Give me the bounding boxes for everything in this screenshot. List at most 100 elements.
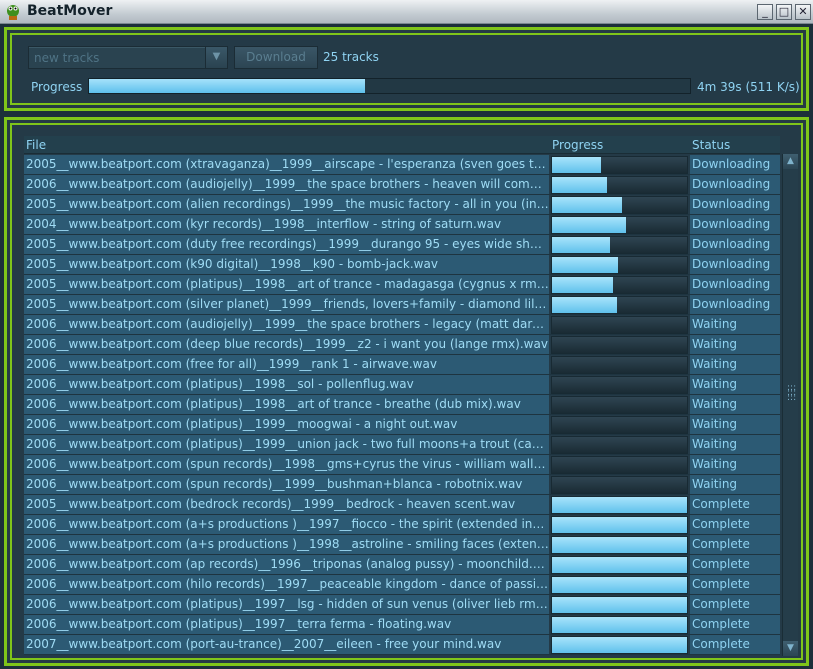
status-cell: Waiting: [690, 415, 780, 434]
window-title: BeatMover: [27, 3, 113, 19]
row-progress-bar: [551, 236, 688, 254]
download-list-panel: File Progress Status 2005__www.beatport.…: [4, 117, 809, 666]
file-name-cell: 2006__www.beatport.com (platipus)__1997_…: [24, 595, 549, 614]
file-name-cell: 2006__www.beatport.com (platipus)__1998_…: [24, 375, 549, 394]
table-row[interactable]: 2006__www.beatport.com (platipus)__1998_…: [24, 395, 780, 415]
row-progress-fill: [552, 217, 627, 233]
vertical-scrollbar[interactable]: ▲ ::::::::: ▼: [782, 154, 798, 656]
row-progress-fill: [552, 157, 601, 173]
table-row[interactable]: 2006__www.beatport.com (audiojelly)__199…: [24, 175, 780, 195]
table-row[interactable]: 2006__www.beatport.com (a+s productions …: [24, 535, 780, 555]
row-progress-bar: [551, 476, 688, 494]
table-row[interactable]: 2005__www.beatport.com (k90 digital)__19…: [24, 255, 780, 275]
track-filter-value: new tracks: [34, 51, 100, 65]
file-name-cell: 2006__www.beatport.com (platipus)__1998_…: [24, 395, 549, 414]
frog-icon: [7, 5, 19, 20]
status-cell: Downloading: [690, 255, 780, 274]
status-cell: Waiting: [690, 395, 780, 414]
column-header-file[interactable]: File: [26, 138, 46, 152]
status-cell: Waiting: [690, 335, 780, 354]
table-row[interactable]: 2005__www.beatport.com (platipus)__1998_…: [24, 275, 780, 295]
download-button[interactable]: Download: [234, 46, 318, 69]
status-cell: Downloading: [690, 215, 780, 234]
status-cell: Waiting: [690, 375, 780, 394]
table-row[interactable]: 2006__www.beatport.com (audiojelly)__199…: [24, 315, 780, 335]
file-name-cell: 2006__www.beatport.com (platipus)__1999_…: [24, 435, 549, 454]
track-filter-select[interactable]: new tracks ▼: [28, 46, 228, 69]
table-row[interactable]: 2006__www.beatport.com (hilo records)__1…: [24, 575, 780, 595]
file-name-cell: 2007__www.beatport.com (port-au-trance)_…: [24, 635, 549, 654]
maximize-button[interactable]: □: [776, 4, 792, 20]
table-row[interactable]: 2006__www.beatport.com (free for all)__1…: [24, 355, 780, 375]
track-count: 25 tracks: [323, 50, 379, 64]
file-name-cell: 2006__www.beatport.com (a+s productions …: [24, 515, 549, 534]
grip-icon[interactable]: :::::::::: [787, 384, 796, 408]
row-progress-bar: [551, 556, 688, 574]
table-header: File Progress Status: [24, 136, 780, 154]
status-cell: Waiting: [690, 355, 780, 374]
row-progress-fill: [552, 177, 608, 193]
overall-progress-bar: [88, 78, 691, 94]
table-row[interactable]: 2004__www.beatport.com (kyr records)__19…: [24, 215, 780, 235]
file-name-cell: 2005__www.beatport.com (duty free record…: [24, 235, 549, 254]
table-row[interactable]: 2006__www.beatport.com (spun records)__1…: [24, 455, 780, 475]
arrow-down-icon[interactable]: ▼: [783, 641, 798, 656]
column-header-status[interactable]: Status: [692, 138, 730, 152]
table-row[interactable]: 2005__www.beatport.com (alien recordings…: [24, 195, 780, 215]
arrow-up-icon[interactable]: ▲: [783, 154, 798, 169]
file-name-cell: 2005__www.beatport.com (platipus)__1998_…: [24, 275, 549, 294]
row-progress-fill: [552, 297, 617, 313]
table-row[interactable]: 2006__www.beatport.com (platipus)__1998_…: [24, 375, 780, 395]
row-progress-fill: [552, 617, 687, 633]
status-cell: Complete: [690, 615, 780, 634]
table-row[interactable]: 2006__www.beatport.com (spun records)__1…: [24, 475, 780, 495]
row-progress-bar: [551, 356, 688, 374]
row-progress-fill: [552, 537, 687, 553]
table-row[interactable]: 2006__www.beatport.com (a+s productions …: [24, 515, 780, 535]
row-progress-fill: [552, 257, 619, 273]
table-row[interactable]: 2007__www.beatport.com (port-au-trance)_…: [24, 635, 780, 655]
status-cell: Downloading: [690, 175, 780, 194]
status-cell: Downloading: [690, 155, 780, 174]
chevron-down-icon[interactable]: ▼: [205, 47, 227, 68]
row-progress-fill: [552, 577, 687, 593]
row-progress-bar: [551, 576, 688, 594]
table-row[interactable]: 2005__www.beatport.com (xtravaganza)__19…: [24, 155, 780, 175]
file-name-cell: 2006__www.beatport.com (deep blue record…: [24, 335, 549, 354]
row-progress-bar: [551, 216, 688, 234]
title-bar[interactable]: BeatMover _ □ ✕: [0, 0, 813, 24]
row-progress-bar: [551, 316, 688, 334]
control-panel: new tracks ▼ Download 25 tracks Progress…: [4, 27, 809, 111]
row-progress-bar: [551, 196, 688, 214]
table-row[interactable]: 2005__www.beatport.com (silver planet)__…: [24, 295, 780, 315]
row-progress-fill: [552, 557, 687, 573]
overall-progress-fill: [89, 79, 366, 93]
status-cell: Downloading: [690, 235, 780, 254]
file-name-cell: 2005__www.beatport.com (alien recordings…: [24, 195, 549, 214]
file-name-cell: 2004__www.beatport.com (kyr records)__19…: [24, 215, 549, 234]
table-row[interactable]: 2006__www.beatport.com (ap records)__199…: [24, 555, 780, 575]
row-progress-fill: [552, 237, 611, 253]
row-progress-bar: [551, 456, 688, 474]
table-row[interactable]: 2006__www.beatport.com (platipus)__1999_…: [24, 415, 780, 435]
file-name-cell: 2006__www.beatport.com (audiojelly)__199…: [24, 175, 549, 194]
file-name-cell: 2006__www.beatport.com (audiojelly)__199…: [24, 315, 549, 334]
table-row[interactable]: 2006__www.beatport.com (deep blue record…: [24, 335, 780, 355]
file-name-cell: 2006__www.beatport.com (ap records)__199…: [24, 555, 549, 574]
minimize-button[interactable]: _: [757, 4, 773, 20]
table-row[interactable]: 2006__www.beatport.com (platipus)__1997_…: [24, 615, 780, 635]
table-row[interactable]: 2006__www.beatport.com (platipus)__1999_…: [24, 435, 780, 455]
file-name-cell: 2005__www.beatport.com (bedrock records)…: [24, 495, 549, 514]
table-row[interactable]: 2005__www.beatport.com (bedrock records)…: [24, 495, 780, 515]
table-row[interactable]: 2006__www.beatport.com (platipus)__1997_…: [24, 595, 780, 615]
row-progress-bar: [551, 596, 688, 614]
column-header-progress[interactable]: Progress: [552, 138, 603, 152]
close-button[interactable]: ✕: [795, 4, 811, 20]
row-progress-bar: [551, 636, 688, 654]
status-cell: Waiting: [690, 475, 780, 494]
progress-label: Progress: [31, 80, 83, 94]
row-progress-bar: [551, 536, 688, 554]
file-name-cell: 2005__www.beatport.com (silver planet)__…: [24, 295, 549, 314]
status-cell: Complete: [690, 595, 780, 614]
table-row[interactable]: 2005__www.beatport.com (duty free record…: [24, 235, 780, 255]
